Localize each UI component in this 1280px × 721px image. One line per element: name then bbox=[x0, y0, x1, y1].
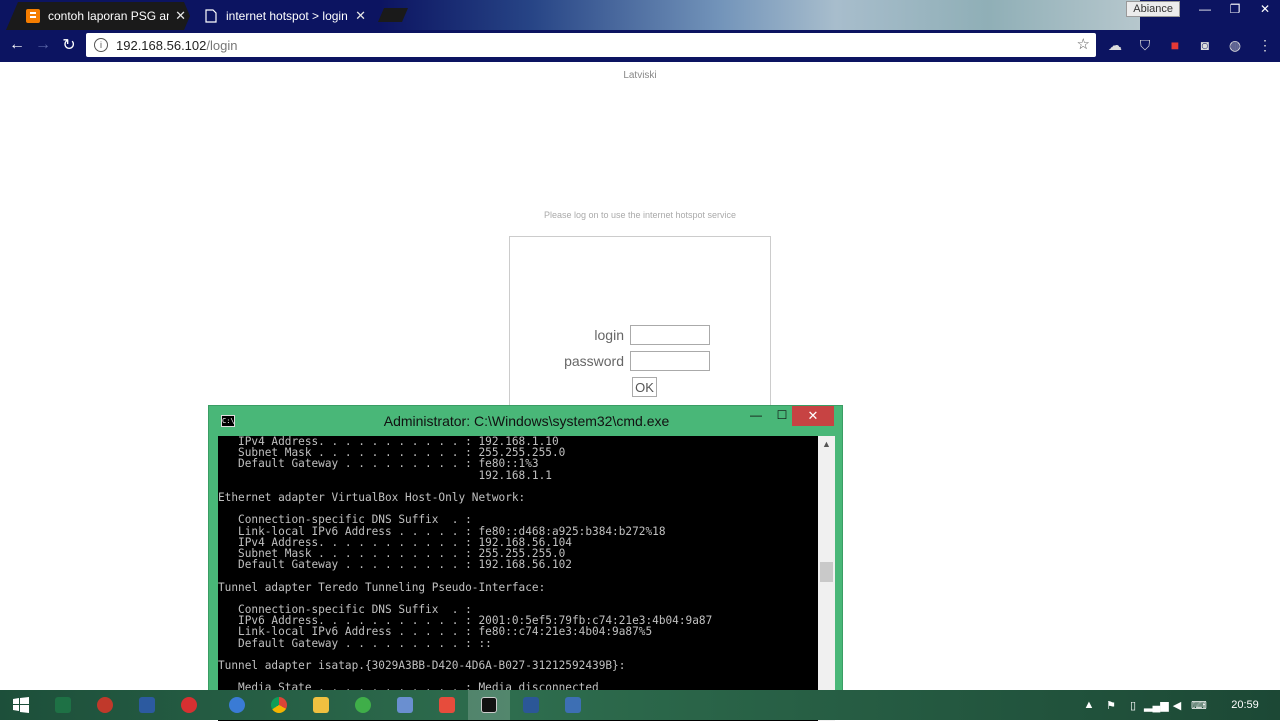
console-text: IPv4 Address. . . . . . . . . . . : 192.… bbox=[218, 436, 713, 705]
extensions-area: ☁ ⛉ ■ ◙ ◍ ⋮ bbox=[1100, 30, 1280, 60]
clock[interactable]: 20:59 bbox=[1210, 699, 1280, 711]
shield-extension-icon[interactable]: ⛉ bbox=[1130, 37, 1160, 54]
browser-app-icon[interactable] bbox=[216, 690, 258, 720]
back-arrow-icon[interactable]: ← bbox=[4, 36, 30, 54]
paint-icon[interactable] bbox=[342, 690, 384, 720]
signal-icon[interactable]: ▂▄▆ bbox=[1144, 699, 1169, 712]
volume-icon[interactable]: ◀ bbox=[1166, 699, 1188, 712]
tab-hotspot-login[interactable]: internet hotspot > login ✕ bbox=[184, 2, 376, 30]
toolbar-divider bbox=[0, 60, 1280, 62]
cmd-close-icon[interactable]: ✕ bbox=[792, 406, 834, 426]
red-extension-icon[interactable]: ■ bbox=[1160, 37, 1190, 53]
page-icon bbox=[204, 9, 218, 23]
reload-icon[interactable]: ↻ bbox=[56, 35, 82, 55]
menu-icon[interactable]: ⋮ bbox=[1250, 37, 1280, 54]
cloud-extension-icon[interactable]: ☁ bbox=[1100, 37, 1130, 54]
network-app-icon[interactable] bbox=[552, 690, 594, 720]
profile-button[interactable]: Abiance bbox=[1126, 1, 1180, 17]
flag-icon[interactable]: ⚑ bbox=[1100, 699, 1122, 712]
theme-background bbox=[380, 0, 1140, 30]
scroll-thumb[interactable] bbox=[820, 562, 833, 582]
language-icon[interactable]: ⌨ bbox=[1188, 699, 1210, 712]
login-notice: Please log on to use the internet hotspo… bbox=[543, 210, 737, 220]
tab-strip: contoh laporan PSG ana ✕ internet hotspo… bbox=[0, 0, 1280, 30]
bookmark-star-icon[interactable]: ☆ bbox=[1077, 35, 1090, 53]
tab-close-icon[interactable]: ✕ bbox=[175, 8, 186, 24]
monitor-icon[interactable] bbox=[126, 690, 168, 720]
cmd-window: C:\ Administrator: C:\Windows\system32\c… bbox=[208, 405, 843, 721]
record-icon[interactable] bbox=[84, 690, 126, 720]
forward-arrow-icon[interactable]: → bbox=[30, 36, 56, 54]
address-bar[interactable]: i 192.168.56.102/login ☆ bbox=[86, 33, 1096, 57]
page-title: Latviski bbox=[623, 70, 657, 81]
tab-contoh-laporan[interactable]: contoh laporan PSG ana ✕ bbox=[6, 2, 196, 30]
file-explorer-icon[interactable] bbox=[300, 690, 342, 720]
tab-title: internet hotspot > login bbox=[226, 9, 348, 23]
recorder-app-icon[interactable] bbox=[426, 690, 468, 720]
login-row: login bbox=[510, 325, 772, 345]
virtualbox-icon[interactable] bbox=[384, 690, 426, 720]
scroll-up-icon[interactable]: ▲ bbox=[818, 436, 835, 453]
console-scrollbar[interactable]: ▲ ▼ bbox=[818, 436, 835, 721]
globe-extension-icon[interactable]: ◍ bbox=[1220, 37, 1250, 54]
password-input[interactable] bbox=[630, 351, 710, 371]
url-path: /login bbox=[206, 37, 238, 53]
console-output[interactable]: IPv4 Address. . . . . . . . . . . : 192.… bbox=[218, 436, 818, 721]
login-form: login password bbox=[509, 236, 771, 426]
cmd-icon[interactable] bbox=[468, 690, 510, 720]
system-tray: ▲ ⚑ ▯ ▂▄▆ ◀ ⌨ 20:59 bbox=[1078, 690, 1280, 720]
url-host: 192.168.56.102 bbox=[116, 37, 207, 53]
tab-close-icon[interactable]: ✕ bbox=[355, 8, 366, 24]
taskbar: ▲ ⚑ ▯ ▂▄▆ ◀ ⌨ 20:59 bbox=[0, 690, 1280, 720]
browser-toolbar: ← → ↻ i 192.168.56.102/login ☆ ☁ ⛉ ■ ◙ ◍… bbox=[0, 30, 1280, 60]
window-controls: Abiance — ❐ ✕ bbox=[1126, 0, 1280, 18]
ok-button[interactable]: OK bbox=[632, 377, 657, 397]
minimize-icon[interactable]: — bbox=[1190, 2, 1220, 16]
password-row: password bbox=[510, 351, 772, 371]
start-button[interactable] bbox=[0, 690, 42, 720]
blogger-icon bbox=[26, 9, 40, 23]
info-icon[interactable]: i bbox=[94, 38, 108, 52]
cmd-minimize-icon[interactable]: — bbox=[743, 408, 769, 426]
tab-title: contoh laporan PSG ana bbox=[48, 9, 170, 23]
login-label: login bbox=[594, 327, 624, 343]
show-hidden-icons[interactable]: ▲ bbox=[1078, 699, 1100, 711]
login-input[interactable] bbox=[630, 325, 710, 345]
cmd-titlebar[interactable]: C:\ Administrator: C:\Windows\system32\c… bbox=[209, 406, 842, 436]
restore-icon[interactable]: ❐ bbox=[1220, 2, 1250, 16]
password-label: password bbox=[564, 353, 624, 369]
battery-icon[interactable]: ▯ bbox=[1122, 699, 1144, 712]
camera-extension-icon[interactable]: ◙ bbox=[1190, 37, 1220, 53]
window-close-icon[interactable]: ✕ bbox=[1250, 2, 1280, 16]
excel-icon[interactable] bbox=[42, 690, 84, 720]
shield-app-icon[interactable] bbox=[168, 690, 210, 720]
chrome-icon[interactable] bbox=[258, 690, 300, 720]
word-icon[interactable] bbox=[510, 690, 552, 720]
